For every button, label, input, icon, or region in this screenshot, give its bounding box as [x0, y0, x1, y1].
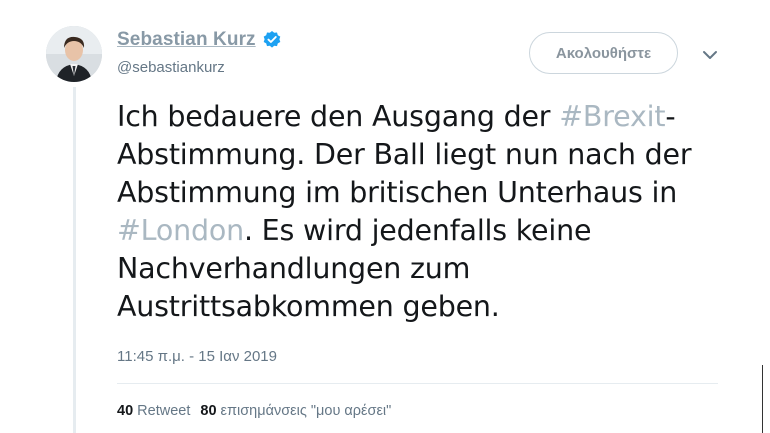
- avatar[interactable]: [46, 26, 102, 82]
- tweet-text-segment: -: [665, 100, 676, 133]
- retweet-count-label: Retweet: [137, 403, 191, 419]
- retweet-count[interactable]: 40 Retweet: [117, 403, 190, 419]
- tweet-timestamp[interactable]: 11:45 π.μ. - 15 Ιαν 2019: [117, 348, 277, 365]
- tweet-line: #London. Es wird jedenfalls keine: [117, 212, 737, 250]
- tweet-line: Nachverhandlungen zum: [117, 252, 471, 285]
- tweet-line: Abstimmung. Der Ball liegt nun nach der: [117, 138, 692, 171]
- thread-line: [73, 87, 76, 433]
- divider: [117, 383, 718, 384]
- like-count-label: επισημάνσεις "μου αρέσει": [220, 403, 392, 419]
- author-handle[interactable]: @sebastiankurz: [117, 59, 225, 76]
- chevron-down-icon[interactable]: [700, 45, 720, 65]
- verified-badge-icon: [262, 30, 282, 50]
- tweet-text: Ich bedauere den Ausgang der #Brexit- Ab…: [117, 98, 737, 326]
- hashtag-link-brexit[interactable]: #Brexit: [559, 100, 665, 133]
- tweet-text-segment: . Es wird jedenfalls keine: [243, 214, 592, 247]
- like-count[interactable]: 80 επισημάνσεις "μου αρέσει": [200, 403, 391, 419]
- hashtag-link-london[interactable]: #London: [117, 214, 244, 247]
- tweet-card: Sebastian Kurz @sebastiankurz Ακολουθήστ…: [0, 0, 770, 433]
- author-display-name[interactable]: Sebastian Kurz: [117, 29, 256, 51]
- tweet-text-segment: Ich bedauere den Ausgang der: [117, 100, 560, 133]
- window-edge: [762, 365, 763, 433]
- retweet-count-value: 40: [117, 403, 134, 419]
- tweet-line: Ich bedauere den Ausgang der #Brexit-: [117, 98, 737, 136]
- like-count-value: 80: [200, 403, 217, 419]
- tweet-line: Austrittsabkommen geben.: [117, 290, 500, 323]
- tweet-stats: 40 Retweet 80 επισημάνσεις "μου αρέσει": [117, 403, 391, 419]
- follow-button[interactable]: Ακολουθήστε: [529, 32, 678, 74]
- tweet-line: Abstimmung im britischen Unterhaus in: [117, 176, 678, 209]
- profile-photo-icon: [46, 26, 102, 82]
- author-name-row: Sebastian Kurz: [117, 29, 282, 51]
